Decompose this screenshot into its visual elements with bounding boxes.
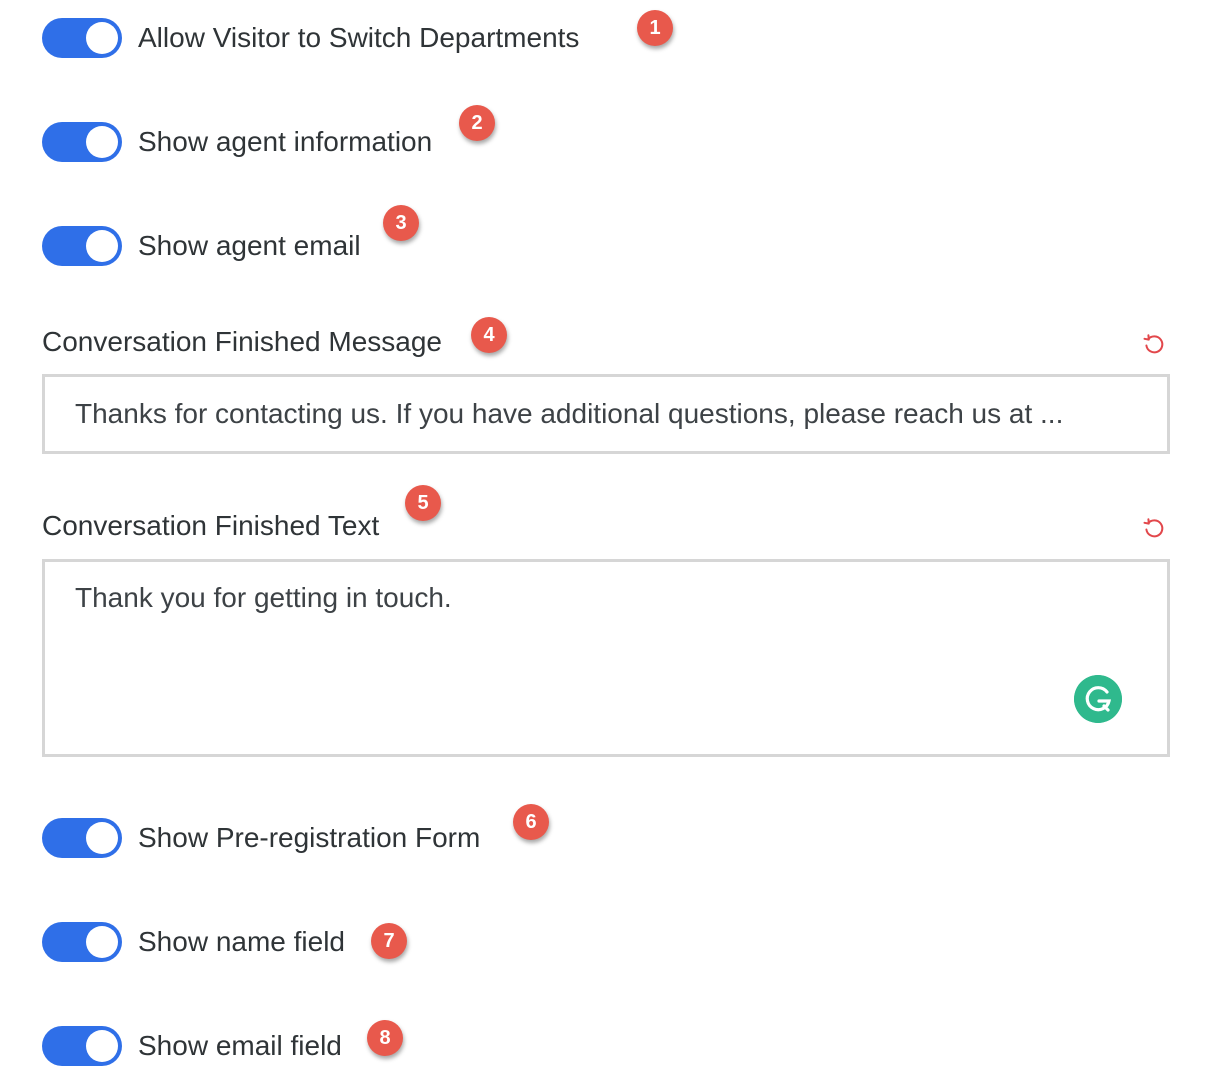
toggle-knob: [86, 230, 118, 262]
pre-registration-label: Show Pre-registration Form: [138, 822, 481, 853]
grammarly-icon[interactable]: [1074, 675, 1122, 723]
toggle-knob: [86, 1030, 118, 1062]
toggle-knob: [86, 926, 118, 958]
callout-badge-6: 6: [513, 804, 549, 840]
finished-text-textarea[interactable]: Thank you for getting in touch.: [42, 559, 1170, 757]
callout-badge-8: 8: [367, 1020, 403, 1056]
agent-information-toggle[interactable]: [42, 122, 122, 162]
email-field-label: Show email field: [138, 1030, 342, 1061]
callout-badge-7: 7: [371, 923, 407, 959]
switch-departments-label: Allow Visitor to Switch Departments: [138, 22, 580, 53]
name-field-label: Show name field: [138, 926, 346, 957]
agent-information-label: Show agent information: [138, 126, 433, 157]
callout-badge-5: 5: [405, 485, 441, 521]
finished-message-input[interactable]: Thanks for contacting us. If you have ad…: [42, 374, 1170, 454]
pre-registration-toggle[interactable]: [42, 818, 122, 858]
callout-badge-3: 3: [383, 205, 419, 241]
callout-badge-2: 2: [459, 105, 495, 141]
agent-email-label: Show agent email: [138, 230, 361, 261]
reset-icon[interactable]: [1143, 517, 1165, 539]
callout-badge-1: 1: [637, 10, 673, 46]
name-field-toggle[interactable]: [42, 922, 122, 962]
finished-message-label: Conversation Finished Message: [42, 326, 442, 357]
reset-icon[interactable]: [1143, 333, 1165, 355]
agent-email-toggle[interactable]: [42, 226, 122, 266]
callout-badge-4: 4: [471, 317, 507, 353]
toggle-knob: [86, 22, 118, 54]
toggle-knob: [86, 822, 118, 854]
finished-text-label: Conversation Finished Text: [42, 510, 380, 541]
email-field-toggle[interactable]: [42, 1026, 122, 1066]
toggle-knob: [86, 126, 118, 158]
switch-departments-toggle[interactable]: [42, 18, 122, 58]
